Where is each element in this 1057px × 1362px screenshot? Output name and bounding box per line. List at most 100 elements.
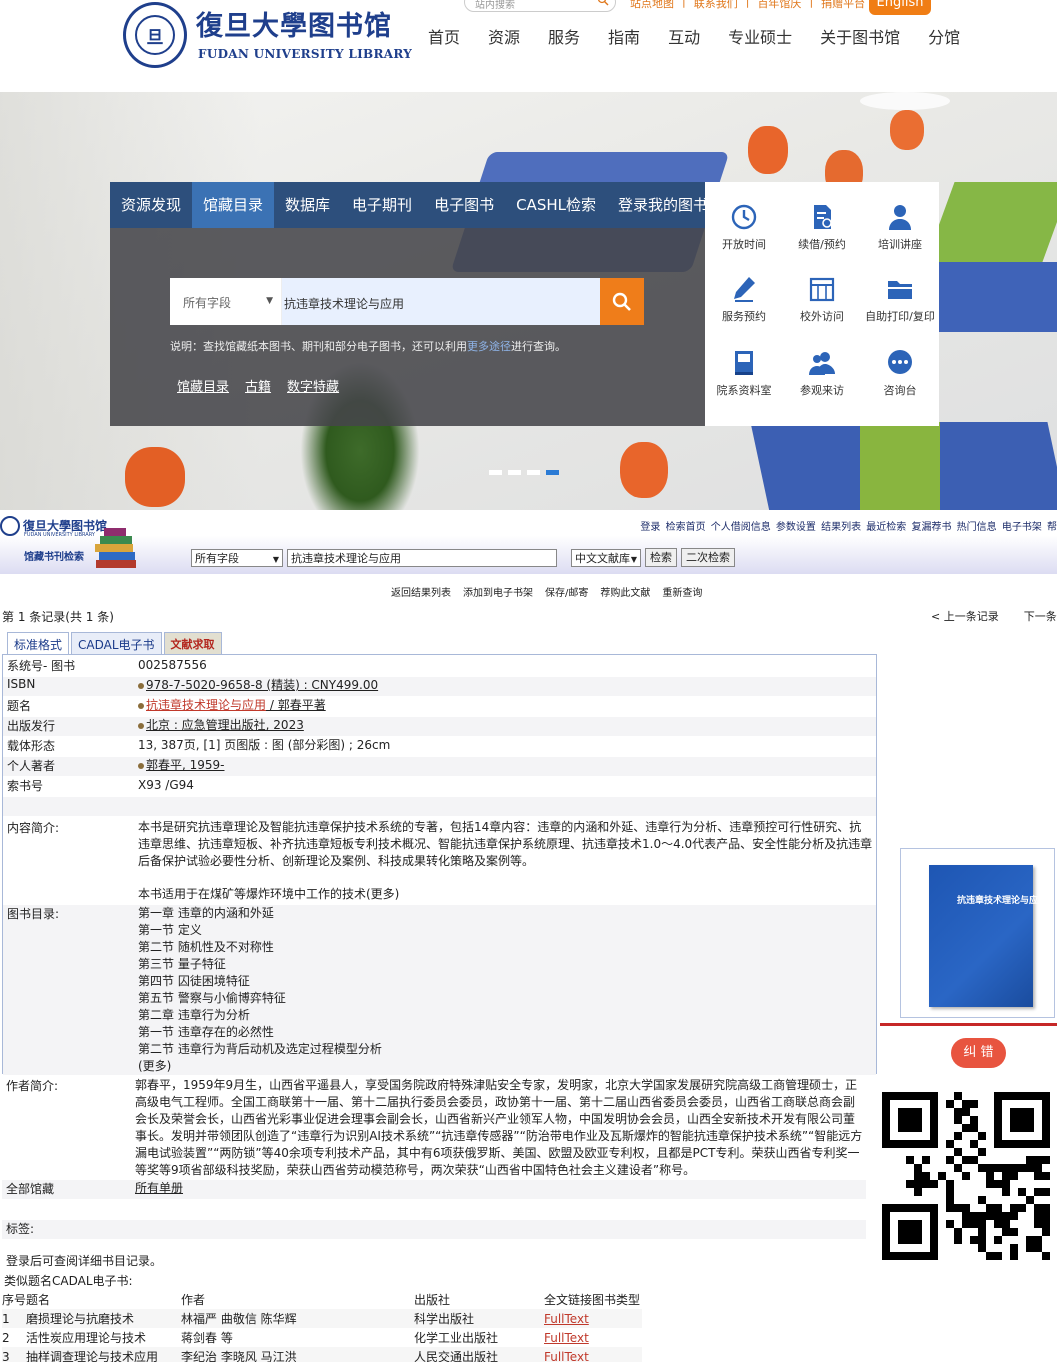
summary-more[interactable]: 本书适用于在煤矿等爆炸环境中工作的技术(更多)	[138, 886, 873, 903]
nav-guide[interactable]: 指南	[608, 24, 640, 48]
title-resp[interactable]: / 郭春平著	[266, 698, 326, 712]
opac-field-select-value: 所有字段	[195, 551, 239, 565]
correct-error-button[interactable]: 纠 错	[951, 1038, 1006, 1068]
sub-link-digital[interactable]: 数字特藏	[287, 376, 339, 395]
carousel-dots	[489, 470, 559, 475]
quick-visit[interactable]: 参观来访	[783, 336, 861, 408]
search-note: 说明：查找馆藏纸本图书、期刊和部分电子图书，还可以利用更多途径进行查询。	[170, 338, 566, 354]
catalog-search-button[interactable]	[600, 278, 644, 325]
fulltext-link[interactable]: FullText	[544, 1350, 589, 1362]
quick-renew[interactable]: 续借/预约	[783, 190, 861, 262]
contact-link[interactable]: 联系我们	[694, 0, 738, 11]
tab-database[interactable]: 数据库	[274, 182, 341, 228]
row-label: 出版发行	[7, 719, 56, 733]
new-search-link[interactable]: 重新查询	[662, 584, 702, 599]
tab-ejournals[interactable]: 电子期刊	[341, 182, 423, 228]
record-nav: < 上一条记录 下一条记	[931, 608, 1057, 624]
sitemap-link[interactable]: 站点地图	[630, 0, 674, 11]
search-icon[interactable]	[597, 0, 609, 6]
quick-helpdesk[interactable]: 咨询台	[861, 336, 939, 408]
nav-resources[interactable]: 资源	[488, 24, 520, 48]
toc-item: 第二章 违章行为分析	[138, 1008, 250, 1022]
opac-secondary-search-button[interactable]: 二次检索	[681, 548, 735, 567]
row-title: 抽样调查理论与技术应用	[26, 1350, 159, 1362]
author-link[interactable]: 郭春平, 1959-	[146, 758, 225, 772]
nav-branches[interactable]: 分馆	[928, 24, 960, 48]
tab-discovery[interactable]: 资源发现	[110, 182, 192, 228]
tab-cashl[interactable]: CASHL检索	[505, 182, 607, 228]
nav-masters[interactable]: 专业硕士	[728, 24, 792, 48]
nav-interact[interactable]: 互动	[668, 24, 700, 48]
tab-document-request[interactable]: 文献求取	[163, 632, 222, 654]
row-label: 图书目录:	[7, 907, 60, 921]
carousel-dot[interactable]	[527, 470, 540, 475]
fulltext-link[interactable]: FullText	[544, 1312, 589, 1326]
nav-about[interactable]: 关于图书馆	[820, 24, 900, 48]
book-cover[interactable]: 抗违章技术理论与应用	[900, 848, 1055, 1018]
tab-ebooks[interactable]: 电子图书	[423, 182, 505, 228]
english-button[interactable]: English	[869, 0, 931, 15]
field-select[interactable]: 所有字段 ▼	[170, 278, 282, 325]
tab-standard-format[interactable]: 标准格式	[7, 632, 70, 654]
quick-hours[interactable]: 开放时间	[705, 190, 783, 262]
carousel-dot-active[interactable]	[546, 470, 559, 475]
quick-training[interactable]: 培训讲座	[861, 190, 939, 262]
opac-field-select[interactable]: 所有字段 ▼	[191, 548, 283, 567]
library-logo-cn[interactable]: 復旦大學图书馆	[196, 4, 392, 43]
pen-icon	[734, 277, 755, 302]
row-blank	[2, 1200, 866, 1219]
sub-link-catalog[interactable]: 馆藏目录	[177, 376, 229, 395]
fulltext-link[interactable]: FullText	[544, 1331, 589, 1345]
toc-more-link[interactable]: (更多)	[138, 1058, 382, 1075]
prev-record-link[interactable]: < 上一条记录	[931, 610, 999, 623]
opac-query-input[interactable]: 抗违章技术理论与应用	[287, 548, 557, 567]
quick-booking[interactable]: 服务预约	[705, 262, 783, 334]
save-mail-link[interactable]: 保存/邮寄	[545, 584, 588, 599]
opac-subtitle: 馆藏书刊检索	[24, 552, 84, 563]
recommend-link[interactable]: 荐购此文献	[600, 584, 650, 599]
books-stack-icon	[95, 528, 136, 568]
nav-services[interactable]: 服务	[548, 24, 580, 48]
quick-renew-label: 续借/预约	[798, 238, 846, 251]
row-title: 活性炭应用理论与技术	[26, 1331, 147, 1345]
add-to-shelf-link[interactable]: 添加到电子书架	[463, 584, 533, 599]
title-link[interactable]: 抗违章技术理论与应用	[146, 698, 266, 712]
holdings-link[interactable]: 所有单册	[135, 1180, 183, 1197]
clock-icon	[731, 204, 757, 230]
centennial-link[interactable]: 百年馆庆	[757, 0, 801, 11]
catalog-query-input[interactable]: 抗违章技术理论与应用	[282, 278, 600, 325]
hero-table-white	[860, 92, 950, 110]
carousel-dot[interactable]	[508, 470, 521, 475]
quick-offcampus[interactable]: 校外访问	[783, 262, 861, 334]
quick-print[interactable]: 自助打印/复印	[861, 262, 939, 334]
opac-header: 復旦大學图书馆 FUDAN UNIVERSITY LIBRARY 馆藏书刊检索 …	[0, 510, 1057, 574]
more-ways-link[interactable]: 更多途径	[467, 340, 511, 353]
tab-catalog[interactable]: 馆藏目录	[192, 182, 275, 228]
publisher-link[interactable]: 北京 : 应急管理出版社, 2023	[146, 718, 304, 732]
isbn-link[interactable]: 978-7-5020-9658-8 (精装) : CNY499.00	[146, 678, 378, 692]
table-row: 1 磨损理论与抗磨技术 林福严 曲敬信 陈华辉 科学出版社 FullText	[2, 1309, 642, 1328]
catalog-sub-links: 馆藏目录 古籍 数字特藏	[177, 376, 339, 395]
tab-cadal[interactable]: CADAL电子书	[71, 632, 162, 654]
next-record-link[interactable]: 下一条记	[1024, 610, 1057, 623]
sub-link-ancient[interactable]: 古籍	[245, 376, 271, 395]
hero-stool-5	[125, 447, 185, 507]
row-label: 题名	[7, 699, 32, 713]
toc-item: 第二节 违章行为背后动机及选定过程模型分析	[138, 1042, 382, 1056]
opac-top-links[interactable]: 登录 检索首页 个人借阅信息 参数设置 结果列表 最近检索 复漏荐书 热门信息 …	[640, 518, 1057, 533]
donate-link[interactable]: 捐赠平台	[821, 0, 865, 11]
opac-db-select[interactable]: 中文文献库 ▼	[571, 548, 641, 567]
quick-dept-library[interactable]: 院系资料室	[705, 336, 783, 408]
quick-helpdesk-label: 咨询台	[883, 384, 917, 397]
university-seal-logo[interactable]: 旦	[123, 2, 187, 68]
site-search-input[interactable]: 站内搜索	[464, 0, 616, 12]
back-to-results-link[interactable]: 返回结果列表	[391, 584, 451, 599]
group-icon	[809, 352, 835, 375]
carousel-dot[interactable]	[489, 470, 502, 475]
opac-search-button[interactable]: 检索	[645, 548, 677, 567]
summary-text: 本书是研究抗违章理论及智能抗违章保护技术系统的专著，包括14章内容：违章的内涵和…	[138, 819, 873, 903]
row-blank	[3, 797, 876, 816]
bullet-icon	[138, 762, 144, 769]
row-author: 李纪治 李晓风 马江洪	[181, 1350, 297, 1362]
nav-home[interactable]: 首页	[428, 24, 460, 48]
